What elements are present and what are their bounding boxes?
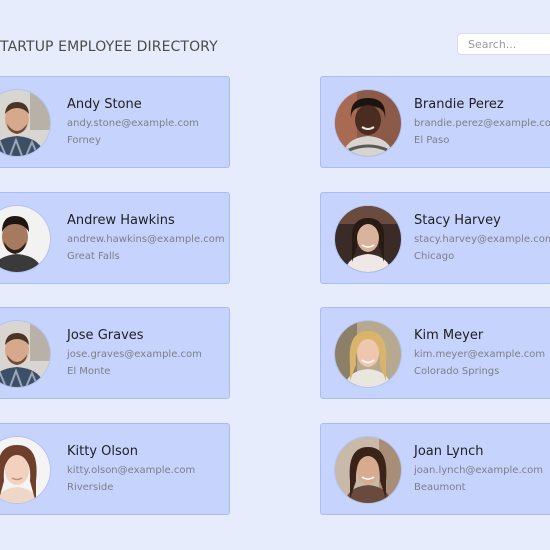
employee-email: joan.lynch@example.com: [414, 465, 543, 476]
employee-photo: [335, 437, 401, 503]
employee-photo: [335, 90, 401, 156]
employee-name: Kim Meyer: [414, 328, 484, 343]
employee-photo: [335, 321, 401, 387]
employee-photo: [0, 206, 50, 272]
employee-city: Riverside: [67, 482, 114, 493]
search-input[interactable]: [457, 33, 550, 55]
employee-name: Brandie Perez: [414, 97, 504, 112]
employee-name: Andrew Hawkins: [67, 213, 175, 228]
employee-email: andy.stone@example.com: [67, 118, 199, 129]
employee-city: Colorado Springs: [414, 366, 500, 377]
employee-email: brandie.perez@example.com: [414, 118, 550, 129]
employee-card[interactable]: Andy Stone andy.stone@example.com Forney: [0, 76, 230, 168]
employee-card[interactable]: Andrew Hawkins andrew.hawkins@example.co…: [0, 192, 230, 284]
employee-email: stacy.harvey@example.com: [414, 234, 550, 245]
employee-name: Joan Lynch: [414, 444, 484, 459]
employee-photo: [0, 437, 50, 503]
employee-city: Chicago: [414, 251, 455, 262]
employee-city: El Paso: [414, 135, 450, 146]
employee-photo: [0, 90, 50, 156]
employee-email: jose.graves@example.com: [67, 349, 202, 360]
employee-email: andrew.hawkins@example.com: [67, 234, 225, 245]
employee-card[interactable]: Kitty Olson kitty.olson@example.com Rive…: [0, 423, 230, 515]
employee-card[interactable]: Kim Meyer kim.meyer@example.com Colorado…: [320, 307, 550, 399]
employee-card[interactable]: Jose Graves jose.graves@example.com El M…: [0, 307, 230, 399]
employee-city: Forney: [67, 135, 101, 146]
employee-name: Jose Graves: [67, 328, 144, 343]
employee-email: kim.meyer@example.com: [414, 349, 546, 360]
employee-card[interactable]: Brandie Perez brandie.perez@example.com …: [320, 76, 550, 168]
employee-city: Beaumont: [414, 482, 466, 493]
employee-name: Andy Stone: [67, 97, 142, 112]
employee-photo: [0, 321, 50, 387]
employee-name: Kitty Olson: [67, 444, 138, 459]
employee-name: Stacy Harvey: [414, 213, 501, 228]
employee-photo: [335, 206, 401, 272]
employee-city: Great Falls: [67, 251, 120, 262]
employee-city: El Monte: [67, 366, 111, 377]
page-title: TARTUP EMPLOYEE DIRECTORY: [0, 39, 218, 55]
employee-card[interactable]: Joan Lynch joan.lynch@example.com Beaumo…: [320, 423, 550, 515]
employee-email: kitty.olson@example.com: [67, 465, 196, 476]
employee-card[interactable]: Stacy Harvey stacy.harvey@example.com Ch…: [320, 192, 550, 284]
